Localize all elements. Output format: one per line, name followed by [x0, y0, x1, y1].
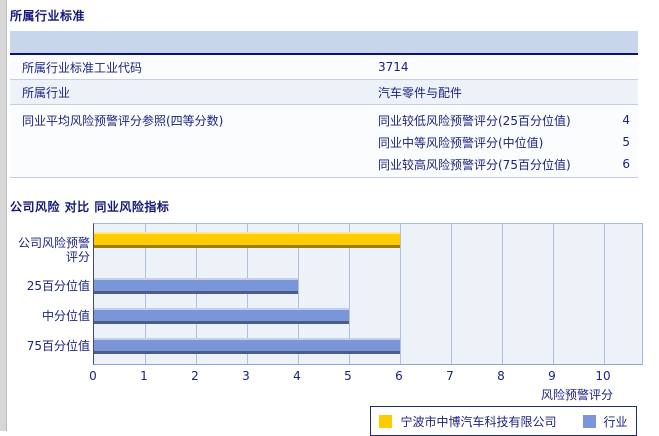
row-value-industry: 汽车零件与配件	[378, 85, 463, 100]
subrow-25th-percentile: 同业较低风险预警评分(25百分位值) 4	[368, 109, 638, 131]
chart-plot-area	[93, 223, 643, 365]
gridline	[400, 224, 401, 364]
industry-standard-table: 所属行业标准工业代码 3714 所属行业 汽车零件与配件 同业平均风险预警评分参…	[10, 31, 638, 178]
table-header-band	[10, 31, 638, 55]
industry-legend-label: 行业	[603, 414, 628, 429]
risk-comparison-chart: 公司风险预警评分 25百分位值中分位值 75百分位值 0 1 2 3 4 5 6 7 8 9 10 风险…	[10, 223, 650, 403]
table-row: 同业平均风险预警评分参照(四等分数) 同业较低风险预警评分(25百分位值) 4 …	[10, 105, 638, 178]
x-tick-label: 10	[595, 369, 611, 383]
x-tick-label: 6	[395, 369, 403, 383]
chart-bar-75百分位值	[94, 338, 400, 354]
gridline	[502, 224, 503, 364]
subrow-label: 同业较高风险预警评分(75百分位值)	[378, 157, 571, 172]
chart-bar-中分位值	[94, 308, 349, 324]
report-content: 所属行业标准 所属行业标准工业代码 3714 所属行业 汽车零件与配件 同业平均…	[10, 0, 650, 436]
industry-legend-swatch	[582, 414, 596, 428]
x-tick-label: 4	[293, 369, 301, 383]
subrow-label: 同业较低风险预警评分(25百分位值)	[378, 113, 571, 128]
subrow-75th-percentile: 同业较高风险预警评分(75百分位值) 6	[368, 153, 638, 175]
y-category-label: 25百分位值	[26, 279, 90, 293]
quartile-subrows: 同业较低风险预警评分(25百分位值) 4 同业中等风险预警评分(中位值) 5 同…	[368, 109, 638, 175]
row-value-industry-code: 3714	[378, 60, 409, 74]
x-tick-label: 1	[140, 369, 148, 383]
y-category-label: 公司风险预警评分	[17, 236, 90, 264]
subrow-median: 同业中等风险预警评分(中位值) 5	[368, 131, 638, 153]
risk-comparison-section-title: 公司风险 对比 同业风险指标	[10, 200, 170, 214]
subrow-label: 同业中等风险预警评分(中位值)	[378, 135, 544, 150]
gridline	[451, 224, 452, 364]
subrow-value: 5	[622, 135, 630, 149]
x-tick-label: 8	[497, 369, 505, 383]
industry-standard-section-title: 所属行业标准	[10, 9, 86, 23]
chart-bar-25百分位值	[94, 278, 298, 294]
x-tick-label: 9	[548, 369, 556, 383]
gridline	[553, 224, 554, 364]
x-tick-label: 5	[344, 369, 352, 383]
y-category-label: 75百分位值	[26, 339, 90, 353]
chart-bar-公司风险预警评分	[94, 232, 400, 248]
x-axis-title: 风险预警评分	[540, 388, 613, 402]
table-row: 所属行业 汽车零件与配件	[10, 80, 638, 105]
x-tick-label: 3	[242, 369, 250, 383]
row-label-industry: 所属行业	[22, 85, 71, 100]
row-label-peer-quartiles: 同业平均风险预警评分参照(四等分数)	[22, 114, 224, 128]
gridline	[604, 224, 605, 364]
x-tick-label: 2	[191, 369, 199, 383]
page-left-margin-strip	[0, 0, 7, 431]
subrow-value: 6	[622, 157, 630, 171]
x-tick-label: 7	[446, 369, 454, 383]
table-row: 所属行业标准工业代码 3714	[10, 55, 638, 80]
row-label-industry-code: 所属行业标准工业代码	[22, 60, 143, 75]
company-legend-label: 宁波市中博汽车科技有限公司	[400, 414, 557, 429]
x-tick-label: 0	[89, 369, 97, 383]
y-category-label: 中分位值	[41, 309, 90, 323]
chart-legend: 宁波市中博汽车科技有限公司 行业	[370, 406, 637, 436]
company-legend-swatch	[379, 414, 393, 428]
subrow-value: 4	[622, 113, 630, 127]
